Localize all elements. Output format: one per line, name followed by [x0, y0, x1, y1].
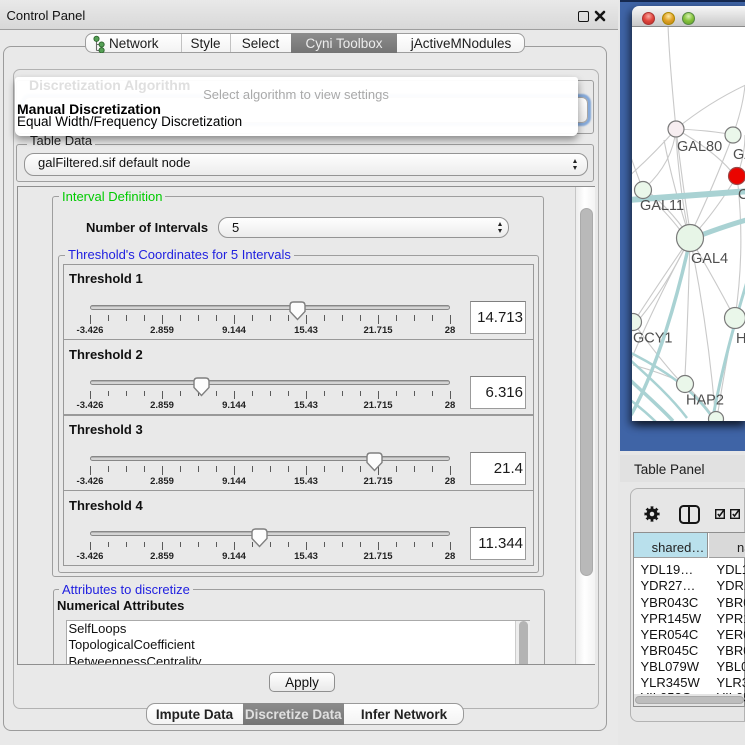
svg-text:H: H [736, 331, 745, 347]
svg-text:GCY1: GCY1 [633, 331, 673, 347]
svg-text:GAL4: GAL4 [691, 251, 728, 267]
svg-text:GAL11: GAL11 [640, 198, 684, 214]
svg-text:GA: GA [733, 147, 745, 163]
svg-text:C: C [738, 187, 745, 203]
svg-text:HAP2: HAP2 [686, 393, 724, 409]
svg-text:GAL80: GAL80 [677, 139, 722, 155]
